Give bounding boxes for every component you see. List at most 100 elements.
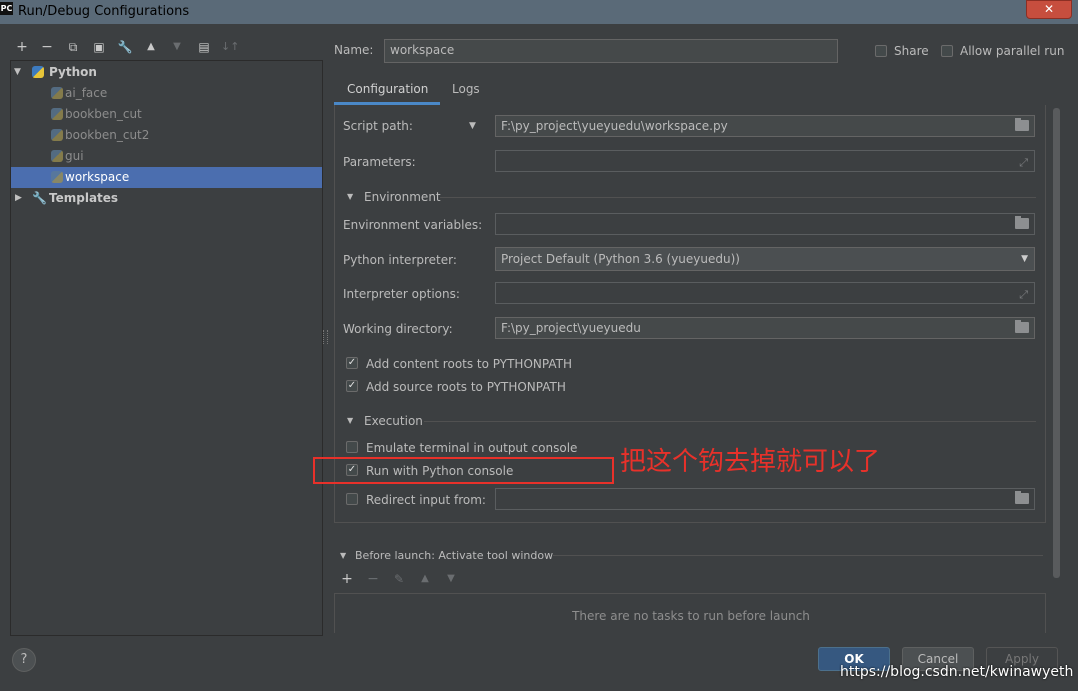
empty-tasks-text: There are no tasks to run before launch [572,609,810,623]
redirect-input-field[interactable] [495,488,1035,510]
script-type-dropdown-icon[interactable]: ▼ [469,121,476,131]
allow-parallel-label: Allow parallel run [960,44,1065,58]
before-launch-task-list: There are no tasks to run before launch [334,593,1046,633]
collapsed-arrow-icon[interactable]: ▶ [15,188,22,209]
working-dir-label: Working directory: [343,322,453,336]
add-source-roots-checkbox[interactable]: ✓ [346,380,358,392]
move-up-icon[interactable]: ▲ [142,38,160,56]
tree-item-label: gui [65,149,84,163]
tree-item[interactable]: bookben_cut2 [11,125,322,146]
pycharm-logo-icon: PC [0,2,13,15]
expand-icon[interactable]: ⤢ [1019,285,1028,305]
section-divider [424,421,1036,422]
remove-config-icon[interactable]: − [38,38,56,56]
python-icon [32,66,44,78]
annotation-text: 把这个钩去掉就可以了 [620,447,881,477]
environment-collapse-icon[interactable]: ▼ [347,192,353,201]
expanded-arrow-icon[interactable]: ▼ [14,62,21,83]
annotation-highlight-box [313,457,614,484]
interpreter-label: Python interpreter: [343,253,457,267]
add-task-icon[interactable]: + [338,570,356,588]
help-button[interactable]: ? [12,648,36,672]
before-launch-collapse-icon[interactable]: ▼ [340,551,346,560]
folder-icon[interactable]: ▤ [195,38,213,56]
title-bar: PC Run/Debug Configurations ✕ [0,0,1078,24]
tab-configuration-label: Configuration [347,82,429,96]
environment-section-title: Environment [364,190,441,204]
name-label: Name: [334,43,374,57]
copy-config-icon[interactable]: ⧉ [64,38,82,56]
wrench-icon: 🔧 [32,191,47,205]
browse-folder-icon[interactable] [1015,320,1029,333]
redirect-input-label: Redirect input from: [366,493,486,507]
python-file-icon [51,108,63,120]
name-input[interactable]: workspace [384,39,838,63]
execution-section-title: Execution [364,414,423,428]
working-dir-input[interactable]: F:\py_project\yueyuedu [495,317,1035,339]
interpreter-value: Project Default (Python 3.6 (yueyuedu)) [501,252,740,266]
move-down-icon[interactable]: ▼ [168,38,186,56]
background-tab-ghost [215,0,275,16]
tree-item[interactable]: ai_face [11,83,322,104]
env-vars-input[interactable] [495,213,1035,235]
tree-templates-group[interactable]: ▶ 🔧 Templates [11,188,322,209]
redirect-input-checkbox[interactable] [346,493,358,505]
python-file-icon [51,129,63,141]
allow-parallel-checkbox[interactable] [941,45,953,57]
browse-folder-icon[interactable] [1015,491,1029,504]
watermark: https://blog.csdn.net/kwinawyeth [840,664,1074,680]
before-launch-title: Before launch: Activate tool window [355,549,554,562]
script-path-input[interactable]: F:\py_project\yueyuedu\workspace.py [495,115,1035,137]
section-divider [440,197,1036,198]
tree-item-selected[interactable]: workspace [11,167,322,188]
emulate-terminal-label: Emulate terminal in output console [366,441,578,455]
move-task-up-icon[interactable]: ▲ [416,570,434,588]
section-divider [553,555,1043,556]
tree-item-label: ai_face [65,86,108,100]
tab-logs[interactable]: Logs [440,74,492,105]
move-task-down-icon[interactable]: ▼ [442,570,460,588]
close-button[interactable]: ✕ [1026,0,1072,19]
remove-task-icon[interactable]: − [364,570,382,588]
interp-options-label: Interpreter options: [343,287,460,301]
splitter-handle[interactable] [323,330,328,344]
python-file-icon [51,171,63,183]
tree-templates-label: Templates [49,191,119,205]
vertical-scrollbar[interactable] [1053,108,1060,578]
script-path-label: Script path: [343,119,413,133]
tree-item-label: workspace [65,170,130,184]
config-tree: ▼ Python ai_face bookben_cut bookben_cut… [10,60,323,636]
python-file-icon [51,87,63,99]
tab-configuration[interactable]: Configuration [334,74,440,105]
script-path-value: F:\py_project\yueyuedu\workspace.py [501,119,728,133]
tree-item-label: bookben_cut2 [65,128,150,142]
emulate-terminal-checkbox[interactable] [346,441,358,453]
interpreter-select[interactable]: Project Default (Python 3.6 (yueyuedu)) … [495,247,1035,271]
share-checkbox[interactable] [875,45,887,57]
window-title: Run/Debug Configurations [18,4,190,19]
tree-item[interactable]: gui [11,146,322,167]
env-vars-label: Environment variables: [343,218,483,232]
tree-python-group[interactable]: ▼ Python [11,62,322,83]
add-content-roots-label: Add content roots to PYTHONPATH [366,357,572,371]
parameters-input[interactable]: ⤢ [495,150,1035,172]
tree-item[interactable]: bookben_cut [11,104,322,125]
tab-logs-label: Logs [452,82,480,96]
add-content-roots-checkbox[interactable]: ✓ [346,357,358,369]
browse-folder-icon[interactable] [1015,216,1029,229]
add-source-roots-label: Add source roots to PYTHONPATH [366,380,566,394]
expand-icon[interactable]: ⤢ [1019,153,1028,173]
save-config-icon[interactable]: ▣ [90,38,108,56]
edit-task-icon[interactable]: ✎ [390,570,408,588]
tree-python-label: Python [49,65,97,79]
browse-folder-icon[interactable] [1015,118,1029,131]
chevron-down-icon[interactable]: ▼ [1021,248,1028,270]
working-dir-value: F:\py_project\yueyuedu [501,321,641,335]
share-label: Share [894,44,929,58]
parameters-label: Parameters: [343,155,416,169]
execution-collapse-icon[interactable]: ▼ [347,416,353,425]
interp-options-input[interactable]: ⤢ [495,282,1035,304]
wrench-icon[interactable]: 🔧 [116,38,134,56]
add-config-icon[interactable]: + [13,38,31,56]
sort-icon[interactable]: ↓↑ [221,38,239,56]
